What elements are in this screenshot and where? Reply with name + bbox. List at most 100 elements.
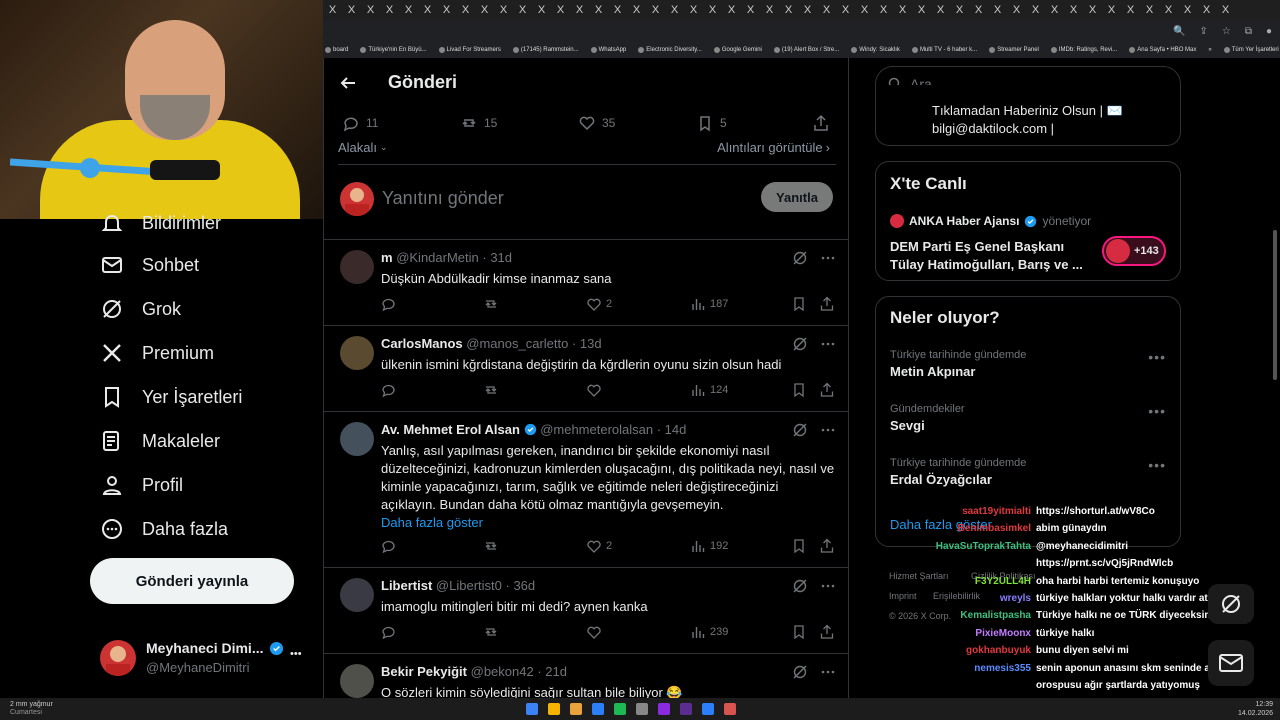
nav-notifications[interactable]: Bildirimler xyxy=(100,211,221,235)
bookmark-item[interactable]: Türkiye'nin En Büyü... xyxy=(360,47,427,53)
spotify-icon[interactable] xyxy=(614,703,626,715)
bookmark-item[interactable]: Google Gemini xyxy=(713,47,762,53)
repost-count[interactable]: 15 xyxy=(460,114,497,132)
nav-more[interactable]: Daha fazla xyxy=(100,517,228,541)
account-switcher[interactable]: Meyhaneci Dimi... @MeyhaneDimitri ••• xyxy=(100,636,315,680)
browser-tab[interactable]: X xyxy=(1216,4,1235,16)
reply-button[interactable]: Yanıtla xyxy=(761,182,833,212)
bookmark-item[interactable]: WhatsApp xyxy=(590,47,626,53)
back-arrow-icon[interactable] xyxy=(340,75,356,91)
browser-tab[interactable]: X xyxy=(1121,4,1140,16)
nav-profile[interactable]: Profil xyxy=(100,473,183,497)
reply-count[interactable]: 11 xyxy=(342,114,378,132)
extensions-icon[interactable]: ⧉ xyxy=(1245,26,1252,37)
browser-tab[interactable]: X xyxy=(817,4,836,16)
reply-tweet[interactable]: CarlosManos @manos_carletto · 13d ülkenin… xyxy=(324,326,848,412)
grok-icon[interactable] xyxy=(792,578,808,594)
bookmark-item[interactable]: Windy: Sicaklık xyxy=(851,47,900,53)
browser-tab[interactable]: X xyxy=(969,4,988,16)
browser-tab[interactable]: X xyxy=(912,4,931,16)
avatar[interactable] xyxy=(340,664,374,698)
grok-icon[interactable] xyxy=(792,422,808,438)
repost-action[interactable] xyxy=(483,624,499,640)
repost-action[interactable] xyxy=(483,382,499,398)
reply-tweet[interactable]: Libertist @Libertist0 · 36d imamoglu miti… xyxy=(324,568,848,654)
browser-tab[interactable]: X xyxy=(361,4,380,16)
browser-tab[interactable]: X xyxy=(551,4,570,16)
nav-bookmarks[interactable]: Yer İşaretleri xyxy=(100,385,242,409)
like-action[interactable] xyxy=(586,624,606,640)
browser-tab[interactable]: X xyxy=(589,4,608,16)
more-icon[interactable] xyxy=(820,336,836,352)
reply-input[interactable]: Yanıtını gönder xyxy=(382,188,504,209)
quotes-link[interactable]: Alıntıları görüntüle › xyxy=(717,140,830,155)
reply-tweet[interactable]: m @KindarMetin · 31d Düşkün Abdülkadir ki… xyxy=(324,240,848,326)
views-action[interactable]: 124 xyxy=(690,382,728,398)
trend-item[interactable]: Türkiye tarihinde gündemde Metin Akpınar xyxy=(890,349,1170,379)
browser-tab[interactable]: X xyxy=(1064,4,1083,16)
edge-icon[interactable] xyxy=(592,703,604,715)
nav-articles[interactable]: Makaleler xyxy=(100,429,220,453)
browser-tab[interactable]: X xyxy=(1045,4,1064,16)
author-name[interactable]: m xyxy=(381,250,393,265)
twitch-icon[interactable] xyxy=(680,703,692,715)
bookmark-action[interactable] xyxy=(791,538,807,554)
browser-tab[interactable]: X xyxy=(703,4,722,16)
bookmark-item[interactable]: board xyxy=(325,47,348,53)
author-name[interactable]: Bekir Pekyiğit xyxy=(381,664,467,679)
browser-tab[interactable]: X xyxy=(323,4,342,16)
browser-tab[interactable]: X xyxy=(950,4,969,16)
more-icon[interactable] xyxy=(820,664,836,680)
bookmark-action[interactable] xyxy=(791,382,807,398)
browser-tab[interactable]: X xyxy=(646,4,665,16)
avatar[interactable] xyxy=(340,578,374,612)
nav-grok[interactable]: Grok xyxy=(100,297,181,321)
views-action[interactable]: 187 xyxy=(690,296,728,312)
like-action[interactable]: 2 xyxy=(586,538,612,554)
more-icon[interactable]: ••• xyxy=(1148,403,1166,419)
bookmark-item[interactable]: Multi TV - 6 haber k... xyxy=(911,47,977,53)
chrome-icon[interactable] xyxy=(548,703,560,715)
bookmarks-overflow-icon[interactable]: » xyxy=(1208,47,1211,53)
browser-tab[interactable]: X xyxy=(1026,4,1045,16)
browser-tab[interactable]: X xyxy=(475,4,494,16)
share-action[interactable] xyxy=(819,624,835,640)
page-scrollbar[interactable] xyxy=(1273,230,1277,380)
bookmark-item[interactable]: IMDb: Ratings, Revi... xyxy=(1050,47,1117,53)
messages-floating-button[interactable] xyxy=(1208,640,1254,686)
grok-icon[interactable] xyxy=(792,250,808,266)
browser-tab[interactable]: X xyxy=(627,4,646,16)
browser-tab[interactable]: X xyxy=(418,4,437,16)
browser-tab[interactable]: X xyxy=(1178,4,1197,16)
bookmark-item[interactable]: (17145) Rammstein... xyxy=(512,47,579,53)
obs-icon[interactable] xyxy=(658,703,670,715)
reply-tweet[interactable]: Bekir Pekyiğit @bekon42 · 21d O sözleri k… xyxy=(324,654,848,698)
bookmark-item[interactable]: Streamer Panel xyxy=(989,47,1039,53)
bookmark-count[interactable]: 5 xyxy=(696,114,727,132)
browser-tab[interactable]: X xyxy=(855,4,874,16)
browser-tab[interactable]: X xyxy=(456,4,475,16)
browser-tab[interactable]: X xyxy=(741,4,760,16)
app-icon[interactable] xyxy=(724,703,736,715)
grok-icon[interactable] xyxy=(792,336,808,352)
browser-tab[interactable]: X xyxy=(1140,4,1159,16)
browser-tab[interactable]: X xyxy=(722,4,741,16)
author-name[interactable]: Libertist xyxy=(381,578,432,593)
share-action[interactable] xyxy=(819,296,835,312)
share-action[interactable] xyxy=(819,538,835,554)
browser-tab[interactable]: X xyxy=(684,4,703,16)
repost-action[interactable] xyxy=(483,296,499,312)
browser-tab[interactable]: X xyxy=(532,4,551,16)
like-action[interactable]: 2 xyxy=(586,296,612,312)
more-icon[interactable]: ••• xyxy=(1148,457,1166,473)
like-action[interactable] xyxy=(586,382,606,398)
browser-tab[interactable]: X xyxy=(570,4,589,16)
browser-tab[interactable]: X xyxy=(1102,4,1121,16)
browser-tab[interactable]: X xyxy=(1083,4,1102,16)
zoom-icon[interactable]: 🔍 xyxy=(1173,26,1185,37)
like-count[interactable]: 35 xyxy=(578,114,615,132)
reply-action[interactable] xyxy=(381,296,397,312)
browser-tab[interactable]: X xyxy=(893,4,912,16)
browser-tab[interactable]: X xyxy=(1007,4,1026,16)
bookmark-item[interactable]: Livad For Streamers xyxy=(438,47,501,53)
